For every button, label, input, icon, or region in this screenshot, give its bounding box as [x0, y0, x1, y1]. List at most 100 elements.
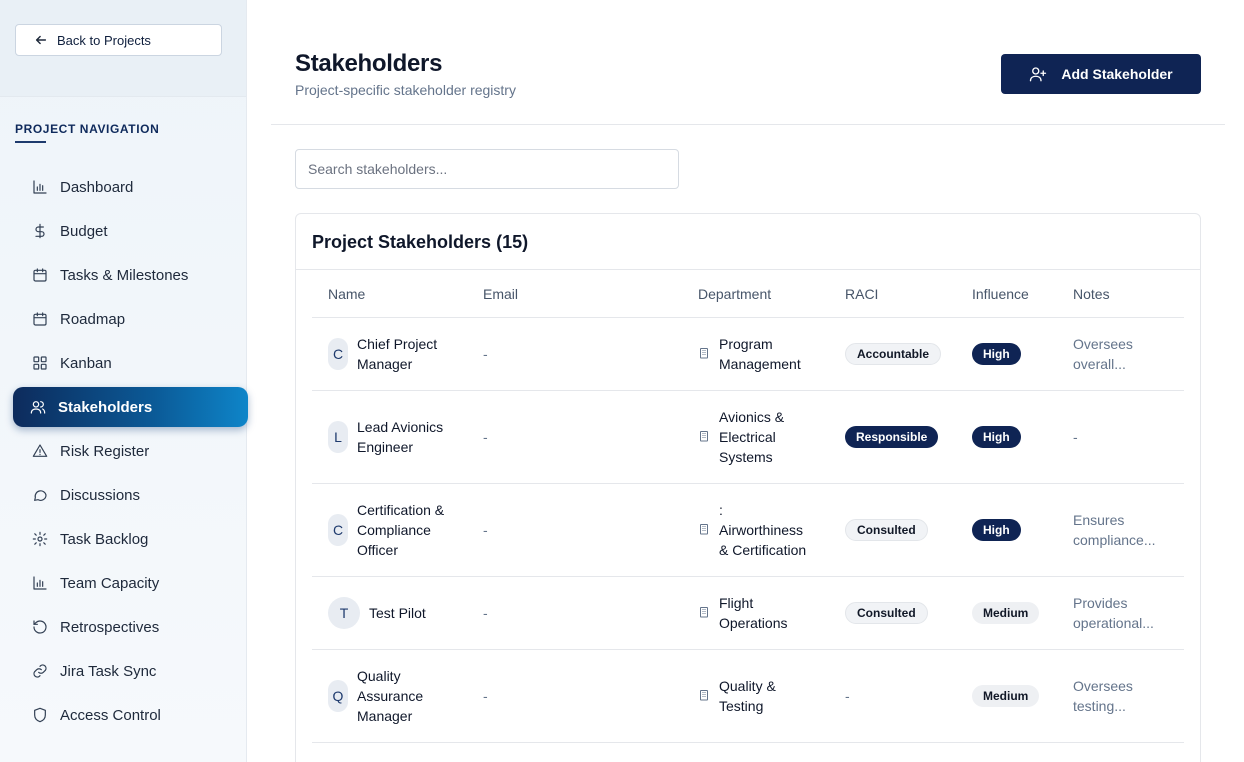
column-header-email[interactable]: Email	[483, 270, 518, 318]
table-row[interactable]: C Chief Project Manager - Program Management A…	[312, 318, 1184, 391]
sidebar-item-label: Discussions	[60, 486, 141, 504]
sidebar-item-label: Dashboard	[60, 178, 134, 196]
column-header-notes[interactable]: Notes	[1073, 270, 1110, 318]
cell-line: Flight	[719, 595, 754, 611]
cell-line: -	[1073, 429, 1078, 445]
column-header-raci[interactable]: RACI	[845, 270, 878, 318]
sidebar-item-roadmap[interactable]: Roadmap	[0, 299, 246, 339]
cell-line: Certification &	[357, 502, 445, 518]
cell-line: Test Pilot	[369, 605, 426, 621]
table-row[interactable]: Q Quality Assurance Manager - Quality & Testin…	[312, 650, 1184, 743]
raci-cell: Consulted	[845, 577, 928, 649]
sidebar: Back to Projects PROJECT NAVIGATION Dash…	[0, 0, 248, 762]
raci-badge: Consulted	[845, 602, 928, 624]
cell-line: Systems	[719, 449, 773, 465]
sidebar-item-label: Tasks & Milestones	[60, 266, 189, 284]
influence-cell: High	[972, 318, 1021, 390]
table-row[interactable]: C Certification & Compliance Officer -: Airwo…	[312, 484, 1184, 577]
building-icon	[698, 344, 719, 364]
notes-cell: Ensures compliance...	[1073, 484, 1155, 576]
avatar: C	[328, 338, 348, 370]
column-header-influence[interactable]: Influence	[972, 270, 1029, 318]
building-icon	[698, 686, 719, 706]
cell-line: overall...	[1073, 356, 1126, 372]
sidebar-item-label: Stakeholders	[58, 398, 153, 416]
sidebar-item-discussions[interactable]: Discussions	[0, 475, 246, 515]
email-cell: -	[483, 346, 488, 362]
cell-line: Airworthiness	[719, 522, 804, 538]
cell-line: Operations	[719, 615, 788, 631]
stakeholder-name-cell: C Chief Project Manager	[328, 318, 437, 390]
sidebar-item-stakeholders[interactable]: Stakeholders	[13, 387, 248, 427]
department-cell: Avionics & Electrical Systems	[698, 391, 784, 483]
page-header: Stakeholders Project-specific stakeholde…	[271, 0, 1225, 125]
stakeholder-name-cell: T Test Pilot	[328, 577, 426, 649]
nav-heading: PROJECT NAVIGATION	[15, 122, 160, 136]
sidebar-item-budget[interactable]: Budget	[0, 211, 246, 251]
add-stakeholder-label: Add Stakeholder	[1061, 66, 1173, 82]
sidebar-item-label: Roadmap	[60, 310, 126, 328]
cell-line: Manager	[357, 708, 413, 724]
shield-icon	[32, 707, 48, 723]
calendar-icon	[32, 311, 48, 327]
sidebar-item-team-capacity[interactable]: Team Capacity	[0, 563, 246, 603]
page-subtitle: Project-specific stakeholder registry	[295, 82, 516, 98]
sidebar-item-label: Risk Register	[60, 442, 150, 460]
back-to-projects-button[interactable]: Back to Projects	[15, 24, 222, 56]
column-header-name[interactable]: Name	[328, 270, 365, 318]
cell-line: compliance...	[1073, 532, 1156, 548]
influence-badge: High	[972, 426, 1021, 448]
stakeholders-card: Project Stakeholders (15) Name Email Dep…	[295, 213, 1201, 762]
bar-chart-icon	[32, 575, 48, 591]
table-header: Name Email Department RACI Influence Not…	[312, 270, 1184, 318]
sidebar-item-kanban[interactable]: Kanban	[0, 343, 246, 383]
cell-line: & Certification	[719, 542, 807, 558]
table-row[interactable]: L Lead Avionics Engineer - Avionics & Electri…	[312, 391, 1184, 484]
sidebar-item-tasks-milestones[interactable]: Tasks & Milestones	[0, 255, 246, 295]
sidebar-item-dashboard[interactable]: Dashboard	[0, 167, 246, 207]
raci-badge: Consulted	[845, 519, 928, 541]
influence-badge: High	[972, 343, 1021, 365]
avatar: T	[328, 597, 360, 629]
raci-badge: Accountable	[845, 343, 942, 365]
influence-badge: Medium	[972, 685, 1040, 707]
cell-line: Engineer	[357, 439, 414, 455]
table-row[interactable]: T Test Pilot - Flight Operations Consulted Med…	[312, 577, 1184, 650]
department-cell: : Airworthiness & Certification	[698, 484, 806, 576]
influence-cell: Medium	[972, 577, 1040, 649]
notes-cell: Oversees overall...	[1073, 318, 1133, 390]
link-icon	[32, 663, 48, 679]
stakeholder-name-cell: L Lead Avionics Engineer	[328, 391, 443, 483]
building-icon	[698, 427, 719, 447]
user-plus-icon	[1030, 67, 1047, 82]
dollar-icon	[32, 223, 48, 239]
avatar: L	[328, 421, 348, 453]
sidebar-item-label: Kanban	[60, 354, 112, 372]
email-cell: -	[483, 429, 488, 445]
sidebar-item-risk-register[interactable]: Risk Register	[0, 431, 246, 471]
sidebar-item-retrospectives[interactable]: Retrospectives	[0, 607, 246, 647]
email-cell: -	[483, 688, 488, 704]
cell-line: Management	[719, 356, 801, 372]
department-cell: Quality & Testing	[698, 650, 776, 742]
gear-icon	[32, 531, 48, 547]
grid-icon	[32, 355, 48, 371]
department-cell: Program Management	[698, 318, 801, 390]
add-stakeholder-button[interactable]: Add Stakeholder	[1001, 54, 1201, 94]
sidebar-item-jira-task-sync[interactable]: Jira Task Sync	[0, 651, 246, 691]
sidebar-item-label: Team Capacity	[60, 574, 160, 592]
cell-line: :	[719, 502, 723, 518]
sidebar-item-task-backlog[interactable]: Task Backlog	[0, 519, 246, 559]
page-title: Stakeholders	[295, 50, 443, 77]
avatar: C	[328, 514, 348, 546]
search-input[interactable]	[295, 149, 679, 189]
card-title: Project Stakeholders (15)	[296, 214, 1200, 270]
influence-cell: High	[972, 391, 1021, 483]
warning-icon	[32, 443, 48, 459]
sidebar-item-access-control[interactable]: Access Control	[0, 695, 246, 735]
sidebar-item-label: Budget	[60, 222, 108, 240]
raci-empty: -	[845, 688, 850, 704]
column-header-department[interactable]: Department	[698, 270, 771, 318]
cell-line: Avionics &	[719, 409, 785, 425]
building-icon	[698, 603, 719, 623]
